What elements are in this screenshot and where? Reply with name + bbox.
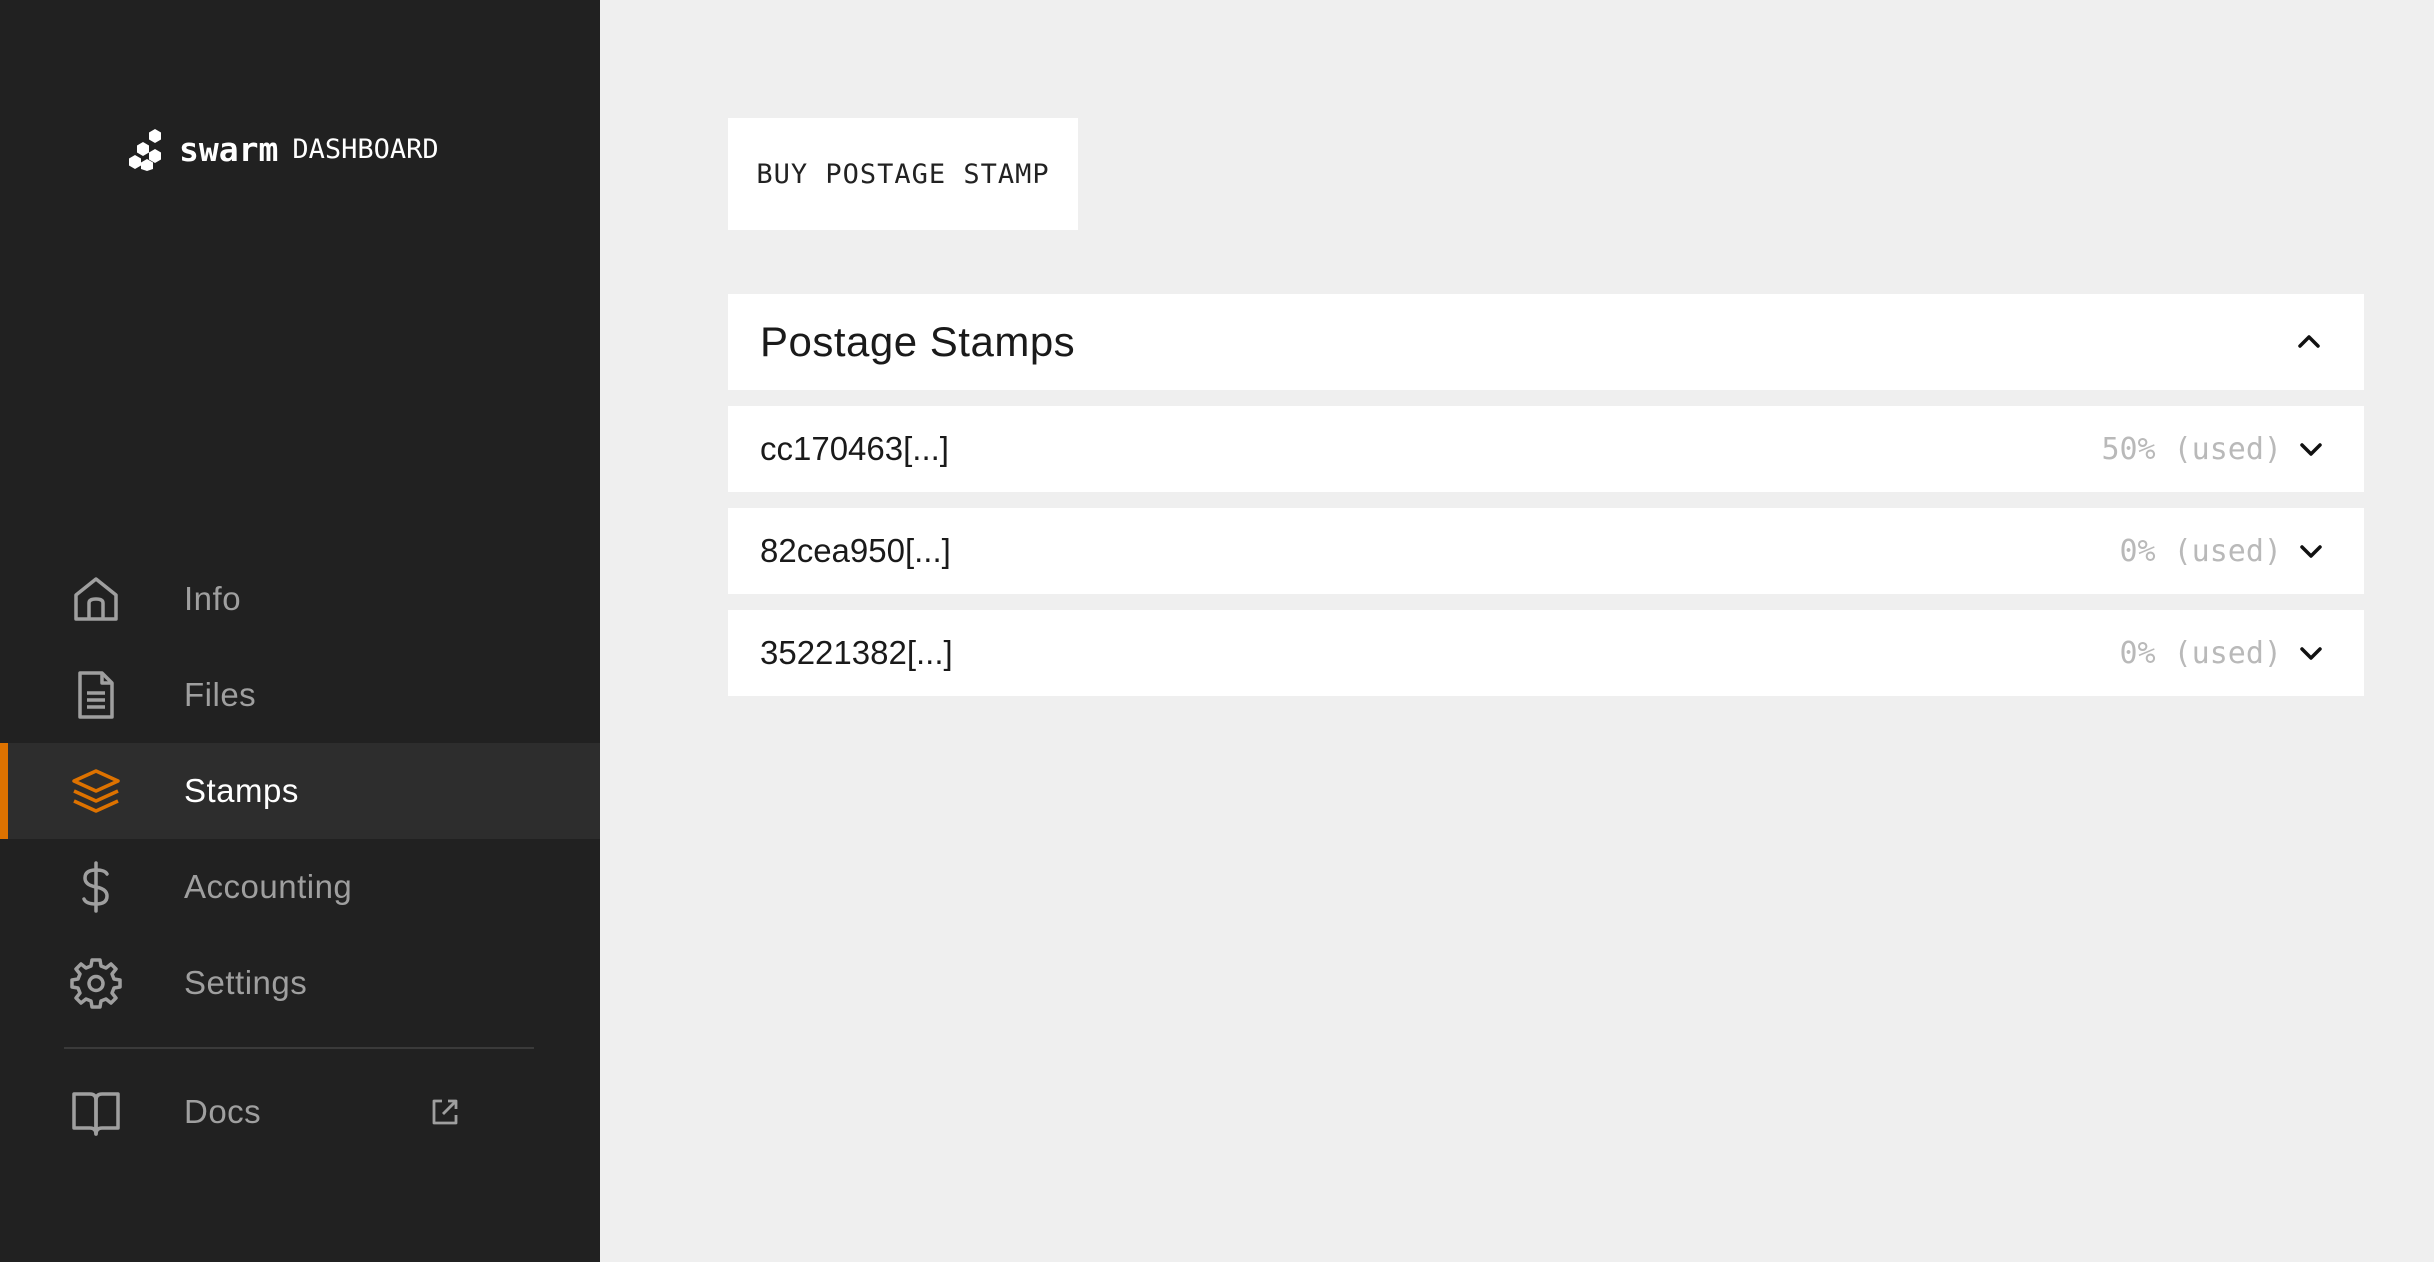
stamp-id: 35221382[...] [760, 634, 953, 671]
stamp-id: 82cea950[...] [760, 532, 951, 569]
stamp-id: cc170463[...] [760, 430, 949, 467]
stamp-row[interactable]: 82cea950[...] 0% (used) [728, 508, 2364, 594]
panel-title: Postage Stamps [760, 318, 1076, 365]
sidebar-item-label: Docs [184, 1093, 262, 1130]
logo-subtitle: DASHBOARD [292, 133, 439, 165]
swarm-logo[interactable]: swarm DASHBOARD [127, 124, 439, 174]
stamp-usage: 0% (used) [2120, 534, 2283, 569]
home-icon [70, 573, 122, 625]
sidebar-item-accounting[interactable]: Accounting [0, 839, 600, 935]
sidebar-item-label: Stamps [184, 772, 299, 809]
file-icon [70, 669, 122, 721]
sidebar-item-label: Info [184, 580, 242, 617]
stamp-usage-suffix: (used) [2173, 635, 2282, 671]
sidebar-item-label: Files [184, 676, 257, 713]
postage-stamps-panel-header[interactable]: Postage Stamps [728, 294, 2364, 390]
chevron-down-icon[interactable] [2296, 638, 2326, 668]
stamp-usage: 50% (used) [2101, 432, 2282, 467]
swarm-hexagon-icon [129, 129, 161, 171]
layers-icon [70, 765, 122, 817]
sidebar-nav: Info Files Stamps Accounting Settings [0, 551, 600, 1031]
stamp-usage-percent: 0% [2119, 635, 2156, 671]
stamp-row[interactable]: cc170463[...] 50% (used) [728, 406, 2364, 492]
sidebar-item-settings[interactable]: Settings [0, 935, 600, 1031]
buy-postage-stamp-button[interactable]: BUY POSTAGE STAMP [728, 118, 1078, 230]
book-icon [70, 1086, 122, 1138]
gear-icon [70, 957, 122, 1009]
logo-wordmark: swarm [179, 129, 279, 169]
sidebar-item-label: Settings [184, 964, 308, 1001]
chevron-down-icon[interactable] [2296, 536, 2326, 566]
stamp-usage: 0% (used) [2120, 636, 2283, 671]
stamp-usage-suffix: (used) [2173, 431, 2282, 467]
chevron-down-icon[interactable] [2296, 434, 2326, 464]
sidebar-item-label: Accounting [184, 868, 353, 905]
sidebar-item-info[interactable]: Info [0, 551, 600, 647]
sidebar-item-docs[interactable]: Docs [0, 1064, 600, 1160]
stamp-usage-suffix: (used) [2173, 533, 2282, 569]
stamp-usage-percent: 0% [2119, 533, 2156, 569]
stamp-usage-percent: 50% [2101, 431, 2156, 467]
app-root: swarm DASHBOARD Info Files Stamps Accoun… [0, 0, 2434, 1262]
stamp-row[interactable]: 35221382[...] 0% (used) [728, 610, 2364, 696]
sidebar-divider [64, 1047, 534, 1049]
sidebar: swarm DASHBOARD Info Files Stamps Accoun… [0, 0, 600, 1262]
sidebar-item-stamps[interactable]: Stamps [0, 743, 600, 839]
main-content: BUY POSTAGE STAMP Postage Stamps cc17046… [600, 0, 2434, 1262]
external-link-icon [430, 1097, 460, 1127]
chevron-up-icon [2298, 335, 2320, 348]
dollar-icon [70, 861, 122, 913]
sidebar-item-files[interactable]: Files [0, 647, 600, 743]
